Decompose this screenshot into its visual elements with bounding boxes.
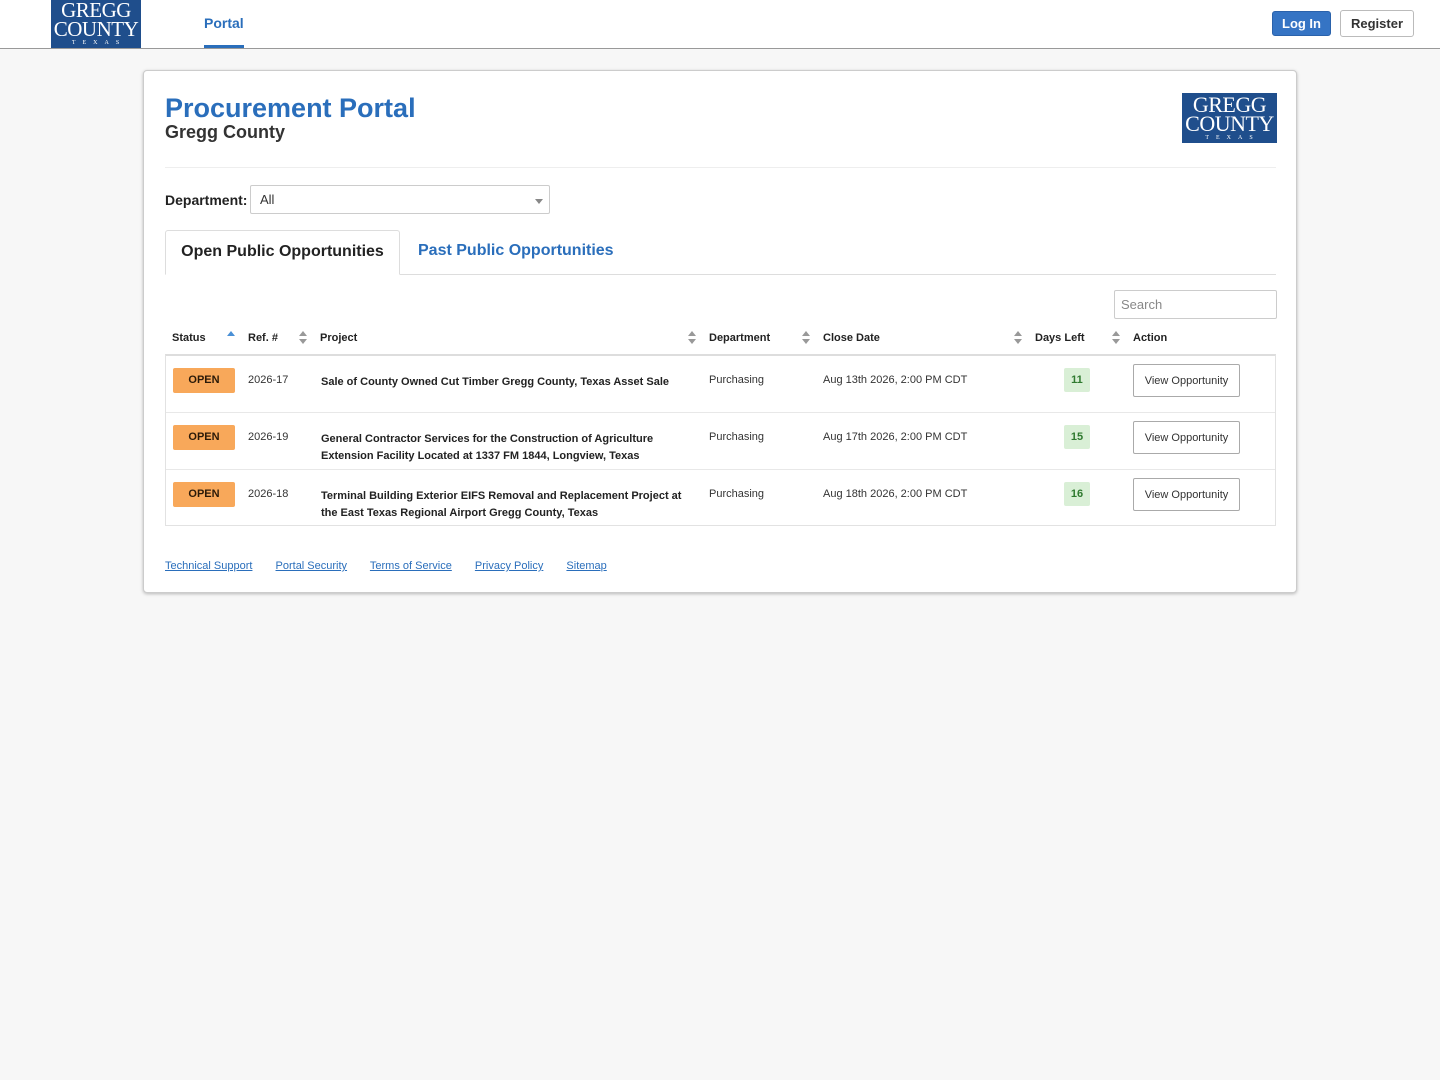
sort-icon[interactable] — [299, 331, 307, 345]
column-header-days-left[interactable]: Days Left — [1035, 332, 1085, 344]
footer-link-terms-of-service[interactable]: Terms of Service — [370, 560, 452, 572]
chevron-down-icon — [535, 199, 543, 204]
column-header-department[interactable]: Department — [709, 332, 770, 344]
close-date: Aug 18th 2026, 2:00 PM CDT — [823, 488, 968, 500]
sort-asc-icon[interactable] — [227, 331, 235, 345]
department-cell: Purchasing — [709, 431, 765, 443]
footer-link-privacy-policy[interactable]: Privacy Policy — [475, 560, 543, 572]
sort-icon[interactable] — [1014, 331, 1022, 345]
footer-link-technical-support[interactable]: Technical Support — [165, 560, 252, 572]
header-divider — [165, 167, 1276, 168]
register-button[interactable]: Register — [1340, 10, 1414, 37]
project-title: General Contractor Services for the Cons… — [321, 433, 654, 462]
ref-number: 2026-18 — [248, 488, 289, 500]
column-header-action: Action — [1133, 332, 1168, 344]
days-left-badge: 16 — [1064, 482, 1090, 506]
view-opportunity-button[interactable]: View Opportunity — [1133, 364, 1240, 397]
top-navbar: GREGG COUNTY TEXAS Portal Log In Registe… — [0, 0, 1440, 49]
status-badge: OPEN — [173, 368, 235, 393]
portal-card: Procurement Portal Gregg County GREGG CO… — [143, 70, 1297, 593]
column-header-status[interactable]: Status — [172, 332, 206, 344]
department-cell: Purchasing — [709, 374, 765, 386]
gregg-county-logo[interactable]: GREGG COUNTY TEXAS — [51, 0, 141, 48]
department-select[interactable]: All — [250, 185, 550, 214]
login-button[interactable]: Log In — [1272, 11, 1331, 36]
project-title: Terminal Building Exterior EIFS Removal … — [321, 490, 682, 519]
close-date: Aug 17th 2026, 2:00 PM CDT — [823, 431, 968, 443]
table-row: OPEN 2026-19 General Contractor Services… — [166, 413, 1275, 470]
sort-icon[interactable] — [802, 331, 810, 345]
ref-number: 2026-17 — [248, 374, 289, 386]
table-row: OPEN 2026-17 Sale of County Owned Cut Ti… — [166, 356, 1275, 413]
search-input[interactable] — [1114, 290, 1277, 319]
status-badge: OPEN — [173, 425, 235, 450]
status-badge: OPEN — [173, 482, 235, 507]
tab-past-opportunities[interactable]: Past Public Opportunities — [418, 230, 614, 275]
days-left-badge: 15 — [1064, 425, 1090, 449]
close-date: Aug 13th 2026, 2:00 PM CDT — [823, 374, 968, 386]
project-title: Sale of County Owned Cut Timber Gregg Co… — [321, 376, 669, 388]
view-opportunity-button[interactable]: View Opportunity — [1133, 478, 1240, 511]
page-subtitle: Gregg County — [165, 122, 285, 142]
department-cell: Purchasing — [709, 488, 765, 500]
table-row: OPEN 2026-18 Terminal Building Exterior … — [166, 470, 1275, 527]
view-opportunity-button[interactable]: View Opportunity — [1133, 421, 1240, 454]
department-label: Department: — [165, 192, 248, 208]
footer-link-portal-security[interactable]: Portal Security — [276, 560, 348, 572]
footer-link-sitemap[interactable]: Sitemap — [566, 560, 606, 572]
footer-links: Technical Support Portal Security Terms … — [165, 560, 627, 572]
ref-number: 2026-19 — [248, 431, 289, 443]
county-logo: GREGG COUNTY TEXAS — [1182, 93, 1277, 143]
column-header-close-date[interactable]: Close Date — [823, 332, 880, 344]
column-header-ref[interactable]: Ref. # — [248, 332, 278, 344]
opportunities-table: OPEN 2026-17 Sale of County Owned Cut Ti… — [165, 354, 1276, 526]
tab-open-opportunities[interactable]: Open Public Opportunities — [165, 230, 400, 275]
column-header-project[interactable]: Project — [320, 332, 357, 344]
page-title: Procurement Portal — [165, 93, 416, 123]
days-left-badge: 11 — [1064, 368, 1090, 392]
nav-portal-tab[interactable]: Portal — [204, 0, 244, 48]
department-select-value: All — [260, 192, 275, 207]
sort-icon[interactable] — [1112, 331, 1120, 345]
sort-icon[interactable] — [688, 331, 696, 345]
